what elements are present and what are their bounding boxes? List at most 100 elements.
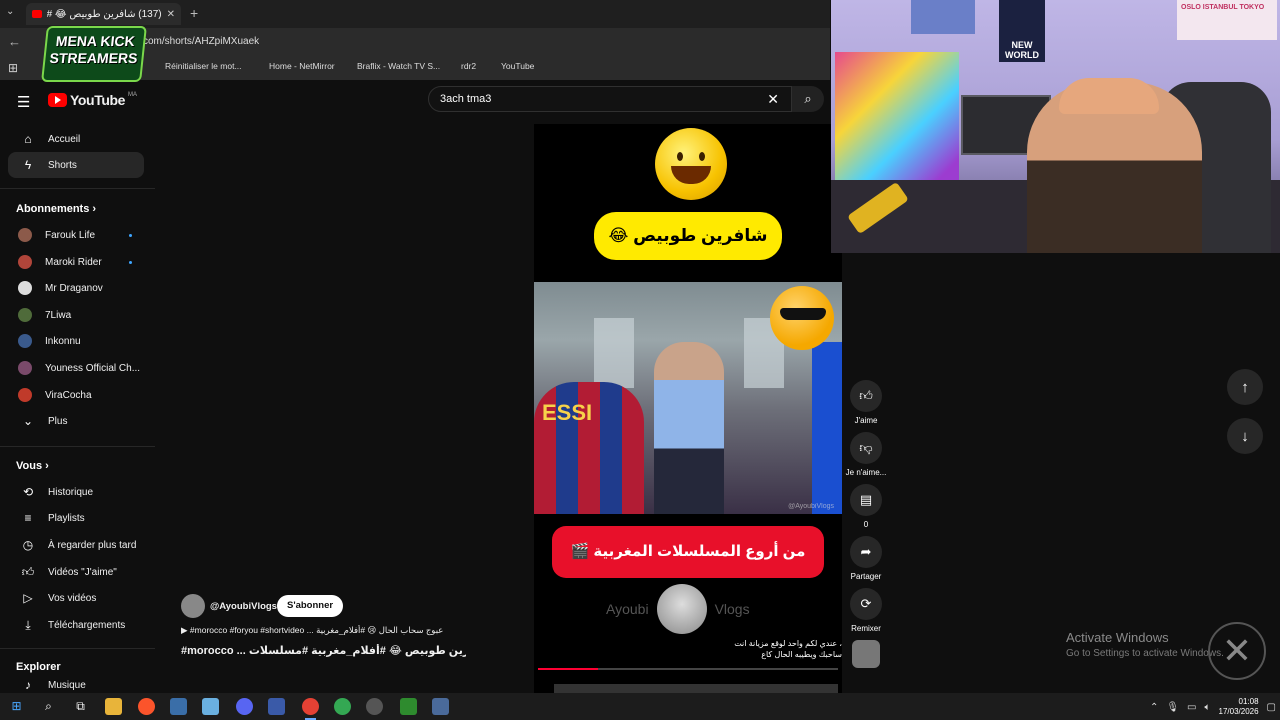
- sidebar-item-watch-later[interactable]: ◷ À regarder plus tard: [8, 532, 144, 558]
- sidebar-item-subscription[interactable]: Maroki Rider: [8, 249, 144, 275]
- comments-button[interactable]: ▤: [850, 484, 882, 516]
- comment-icon: ▤: [859, 492, 873, 507]
- sidebar-item-subscription[interactable]: Farouk Life: [8, 222, 144, 248]
- search-button[interactable]: ⌕: [792, 86, 824, 112]
- search-input[interactable]: 3ach tma3 ✕: [428, 86, 792, 112]
- sound-thumbnail[interactable]: [852, 640, 880, 668]
- sidebar-item-subscription[interactable]: ViraCocha: [8, 382, 144, 408]
- next-short-button[interactable]: ↓: [1227, 418, 1263, 454]
- chrome-icon[interactable]: [302, 698, 319, 720]
- sidebar-item-playlists[interactable]: ≡ Playlists: [8, 505, 144, 531]
- instagram-icon: [152, 62, 161, 71]
- close-tab-icon[interactable]: ✕: [167, 9, 175, 20]
- subscribe-button[interactable]: S'abonner: [277, 595, 344, 617]
- avatar: [18, 334, 32, 348]
- sidebar-item-subscription[interactable]: Youness Official Ch...: [8, 355, 144, 381]
- search-value: 3ach tma3: [440, 93, 492, 105]
- file-explorer-icon[interactable]: [105, 698, 122, 715]
- task-view-icon[interactable]: ⧉: [72, 698, 89, 715]
- smiley-emoji-icon: [655, 128, 727, 200]
- music-icon: ♪: [25, 678, 31, 692]
- brave-icon[interactable]: [138, 698, 155, 715]
- tab-search-icon[interactable]: ⌄: [6, 6, 14, 17]
- share-label: Partager: [850, 572, 882, 581]
- browser-tab-bar: ⌄ (137) شافرين طوبيص 😂 #أف ✕ +: [0, 0, 830, 28]
- activate-windows-watermark: Activate Windows Go to Settings to activ…: [1066, 630, 1224, 659]
- sidebar-item-shorts[interactable]: ϟ Shorts: [8, 152, 144, 178]
- chrome-profile-icon[interactable]: [334, 698, 351, 715]
- windows-start-icon[interactable]: ⊞: [8, 698, 25, 715]
- chevron-up-icon[interactable]: ⌃: [1150, 702, 1158, 713]
- app-icon[interactable]: [432, 698, 449, 715]
- obs-icon[interactable]: [366, 698, 383, 715]
- arrow-down-icon: ↓: [1241, 427, 1249, 445]
- video-progress-bar[interactable]: [538, 668, 838, 670]
- channel-watermark: Ayoubi Vlogs: [606, 584, 750, 634]
- sidebar-item-subscription[interactable]: 7Liwa: [8, 302, 144, 328]
- channel-handle[interactable]: @AyoubiVlogs: [210, 601, 277, 612]
- xbox-icon[interactable]: [400, 698, 417, 715]
- avatar: [18, 228, 32, 242]
- back-arrow-icon[interactable]: ←: [8, 34, 21, 49]
- new-tab-icon[interactable]: +: [190, 5, 198, 21]
- channel-avatar[interactable]: [181, 594, 205, 618]
- short-title[interactable]: #morocco ... شافرين طوبيص 😂 #أفلام_مغربي…: [181, 644, 466, 657]
- sidebar-item-subscription[interactable]: Inkonnu: [8, 328, 144, 354]
- discord-icon[interactable]: [236, 698, 253, 715]
- arrow-up-icon: ↑: [1241, 378, 1249, 396]
- photo-watermark: @AyoubiVlogs: [788, 503, 834, 510]
- youtube-play-icon: [48, 93, 67, 107]
- browser-tab[interactable]: (137) شافرين طوبيص 😂 #أف ✕: [26, 3, 181, 25]
- sidebar-item-history[interactable]: ⟲ Historique: [8, 479, 144, 505]
- bookmark-item[interactable]: rdr2: [448, 61, 476, 71]
- playlists-icon: ≡: [24, 511, 32, 525]
- url-text[interactable]: com/shorts/AHZpiMXuaek: [143, 36, 259, 47]
- sidebar-item-your-videos[interactable]: ▷ Vos vidéos: [8, 585, 144, 611]
- shorts-video-player[interactable]: شافرين طوبيص 😂 ESSI @AyoubiVlogs من أروع…: [534, 124, 842, 694]
- shorts-icon: ϟ: [24, 158, 32, 172]
- app-icon[interactable]: [268, 698, 285, 715]
- sidebar-item-more[interactable]: ⌄ Plus: [8, 408, 144, 434]
- cool-emoji-icon: [770, 286, 834, 350]
- app-icon[interactable]: [202, 698, 219, 715]
- bookmark-item[interactable]: Réinitialiser le mot...: [152, 61, 242, 71]
- like-button[interactable]: 👍︎: [850, 380, 882, 412]
- microphone-icon[interactable]: 🎙︎: [1166, 702, 1179, 713]
- tab-title: (137) شافرين طوبيص 😂 #أف: [47, 8, 162, 20]
- clock[interactable]: 01:08 17/03/2026: [1219, 697, 1259, 717]
- previous-short-button[interactable]: ↑: [1227, 369, 1263, 405]
- volume-icon[interactable]: 🔈︎: [1205, 702, 1211, 713]
- sidebar-item-accueil[interactable]: ⌂ Accueil: [8, 126, 144, 152]
- remix-button[interactable]: ⟳: [850, 588, 882, 620]
- store-icon[interactable]: [170, 698, 187, 715]
- bookmark-item[interactable]: Home - NetMirror: [256, 61, 335, 71]
- remix-icon: ⟳: [860, 596, 872, 611]
- you-heading[interactable]: Vous ›: [16, 460, 49, 472]
- new-content-dot: [129, 260, 132, 264]
- avatar: [18, 308, 32, 322]
- share-button[interactable]: ➦: [850, 536, 882, 568]
- braflix-icon: [344, 62, 353, 71]
- clear-search-icon[interactable]: ✕: [767, 91, 779, 108]
- sidebar-item-downloads[interactable]: ⤓ Téléchargements: [8, 612, 144, 638]
- youtube-logo[interactable]: YouTube MA: [48, 92, 137, 108]
- sidebar-item-liked-videos[interactable]: 👍︎ Vidéos "J'aime": [8, 559, 144, 585]
- network-icon[interactable]: ▭: [1187, 702, 1196, 713]
- explore-heading: Explorer: [16, 661, 61, 673]
- notifications-icon[interactable]: ▢: [1267, 702, 1276, 713]
- short-description[interactable]: ▶ #morocco #foryou #shortvideo ... عبوج …: [181, 625, 461, 636]
- bookmark-item[interactable]: YouTube: [488, 61, 534, 71]
- history-icon: ⟲: [22, 485, 34, 499]
- bookmark-item[interactable]: Braflix - Watch TV S...: [344, 61, 440, 71]
- remix-label: Remixer: [851, 624, 881, 633]
- subscriptions-heading[interactable]: Abonnements ›: [16, 203, 96, 215]
- search-icon[interactable]: ⌕: [40, 698, 57, 715]
- dislike-button[interactable]: 👎︎: [850, 432, 882, 464]
- sidebar-item-music[interactable]: ♪ Musique: [8, 677, 144, 693]
- hamburger-menu-icon[interactable]: ☰: [17, 93, 30, 111]
- youtube-favicon-icon: [32, 10, 42, 18]
- home-icon: ⌂: [24, 132, 32, 146]
- like-label: J'aime: [854, 416, 878, 425]
- apps-grid-icon[interactable]: ⊞: [8, 61, 18, 75]
- sidebar-item-subscription[interactable]: Mr Draganov: [8, 275, 144, 301]
